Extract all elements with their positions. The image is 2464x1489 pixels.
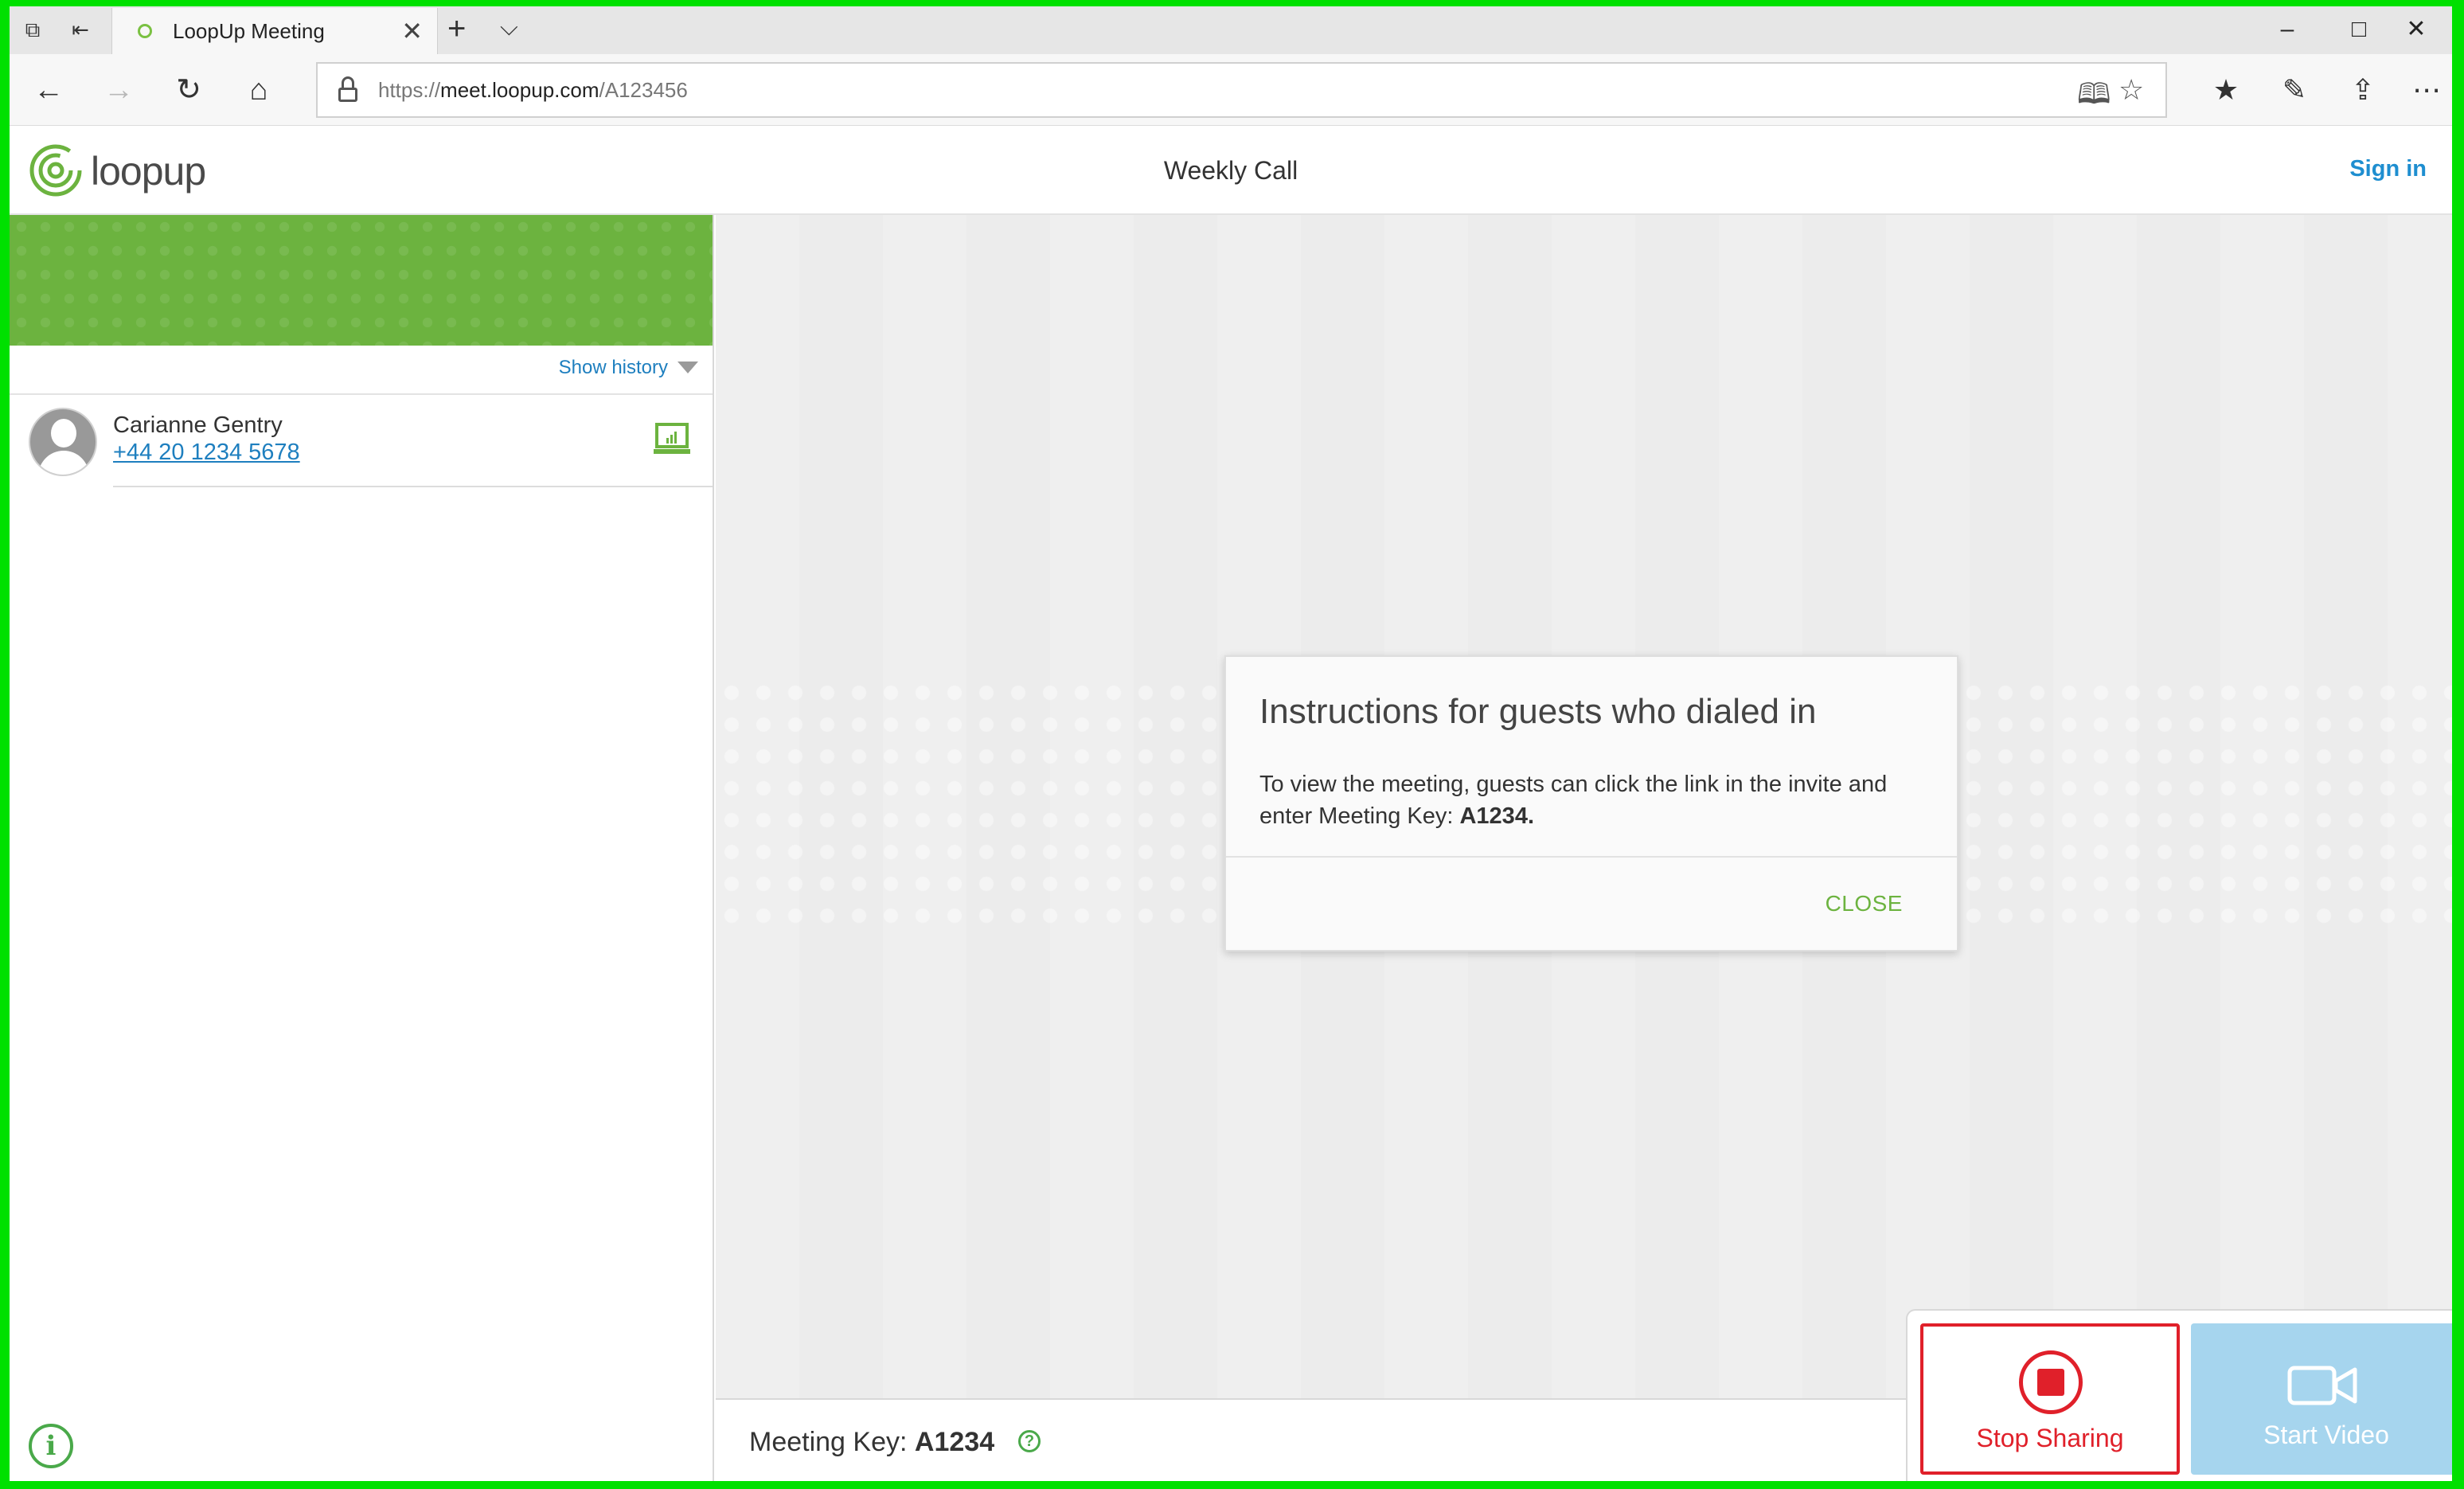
- stop-sharing-label: Stop Sharing: [1976, 1424, 2124, 1452]
- meeting-key-value: A1234: [914, 1427, 995, 1457]
- history-row: Show history: [10, 346, 713, 395]
- tab-strip: ⧉ ⇤ LoopUp Meeting ✕ + ⌵ – □ ✕: [10, 6, 2452, 54]
- share-icon[interactable]: ⇪: [2341, 70, 2385, 110]
- caret-down-icon[interactable]: [678, 362, 698, 373]
- home-icon[interactable]: ⌂: [239, 70, 279, 110]
- dialog-meeting-key: A1234.: [1459, 803, 1534, 829]
- avatar: [29, 408, 97, 476]
- tab-title: LoopUp Meeting: [173, 19, 325, 43]
- more-menu-icon[interactable]: ⋯: [2404, 70, 2449, 110]
- start-video-label: Start Video: [2263, 1421, 2389, 1449]
- screen-share-icon: [654, 423, 690, 454]
- close-window-icon[interactable]: ✕: [2380, 10, 2452, 49]
- new-tab-icon[interactable]: +: [447, 11, 466, 47]
- back-icon[interactable]: ←: [29, 70, 68, 110]
- url-text: https://meet.loopup.com/A123456: [378, 78, 688, 102]
- favorite-star-icon[interactable]: ☆: [2118, 73, 2144, 107]
- dialog-body: To view the meeting, guests can click th…: [1259, 768, 1920, 832]
- dialog-divider: [1226, 856, 1957, 858]
- set-aside-tabs-icon[interactable]: ⇤: [68, 18, 92, 41]
- address-bar[interactable]: https://meet.loopup.com/A123456 🕮 ☆: [316, 62, 2167, 118]
- forward-icon[interactable]: →: [99, 70, 139, 110]
- show-history-link[interactable]: Show history: [559, 357, 668, 379]
- meeting-key-label: Meeting Key:: [749, 1427, 908, 1457]
- minimize-icon[interactable]: –: [2251, 10, 2323, 49]
- guest-instructions-dialog: Instructions for guests who dialed in To…: [1224, 655, 1958, 952]
- address-toolbar: ← → ↻ ⌂ https://meet.loopup.com/A123456 …: [10, 54, 2452, 126]
- green-banner: [10, 215, 713, 346]
- stop-sharing-button[interactable]: Stop Sharing: [1920, 1323, 2180, 1475]
- refresh-icon[interactable]: ↻: [169, 70, 209, 110]
- participants-panel: Show history Carianne Gentry +44 20 1234…: [10, 215, 714, 1481]
- app-header: loopup Weekly Call Sign in: [10, 126, 2452, 215]
- favorites-hub-icon[interactable]: ★: [2204, 70, 2248, 110]
- close-tab-icon[interactable]: ✕: [401, 16, 423, 46]
- participant-phone[interactable]: +44 20 1234 5678: [113, 440, 300, 466]
- meeting-title: Weekly Call: [1163, 156, 1298, 185]
- pen-notes-icon[interactable]: ✎: [2272, 70, 2317, 110]
- sign-in-link[interactable]: Sign in: [2349, 156, 2427, 182]
- tab-preview-icon[interactable]: ⧉: [21, 18, 45, 41]
- lock-icon: [338, 76, 357, 104]
- close-button[interactable]: CLOSE: [1826, 891, 1903, 916]
- help-icon[interactable]: ?: [1018, 1430, 1041, 1452]
- tab-list-chevron-icon[interactable]: ⌵: [500, 14, 518, 41]
- reading-view-icon[interactable]: 🕮: [2077, 73, 2111, 122]
- video-camera-icon: [2287, 1366, 2357, 1405]
- start-video-button[interactable]: Start Video: [2191, 1323, 2452, 1475]
- info-icon[interactable]: i: [29, 1424, 73, 1468]
- browser-tab[interactable]: LoopUp Meeting ✕: [111, 8, 438, 54]
- stop-icon: [2019, 1350, 2083, 1414]
- browser-window: ⧉ ⇤ LoopUp Meeting ✕ + ⌵ – □ ✕ ← → ↻ ⌂ h…: [10, 6, 2452, 1481]
- dialog-title: Instructions for guests who dialed in: [1259, 692, 1817, 731]
- loopup-favicon-icon: [138, 24, 152, 38]
- participant-name: Carianne Gentry: [113, 412, 283, 438]
- participant-row[interactable]: Carianne Gentry +44 20 1234 5678: [10, 395, 713, 487]
- divider: [113, 486, 713, 487]
- meeting-key: Meeting Key: A1234: [749, 1427, 994, 1458]
- dialog-body-text: To view the meeting, guests can click th…: [1259, 772, 1888, 829]
